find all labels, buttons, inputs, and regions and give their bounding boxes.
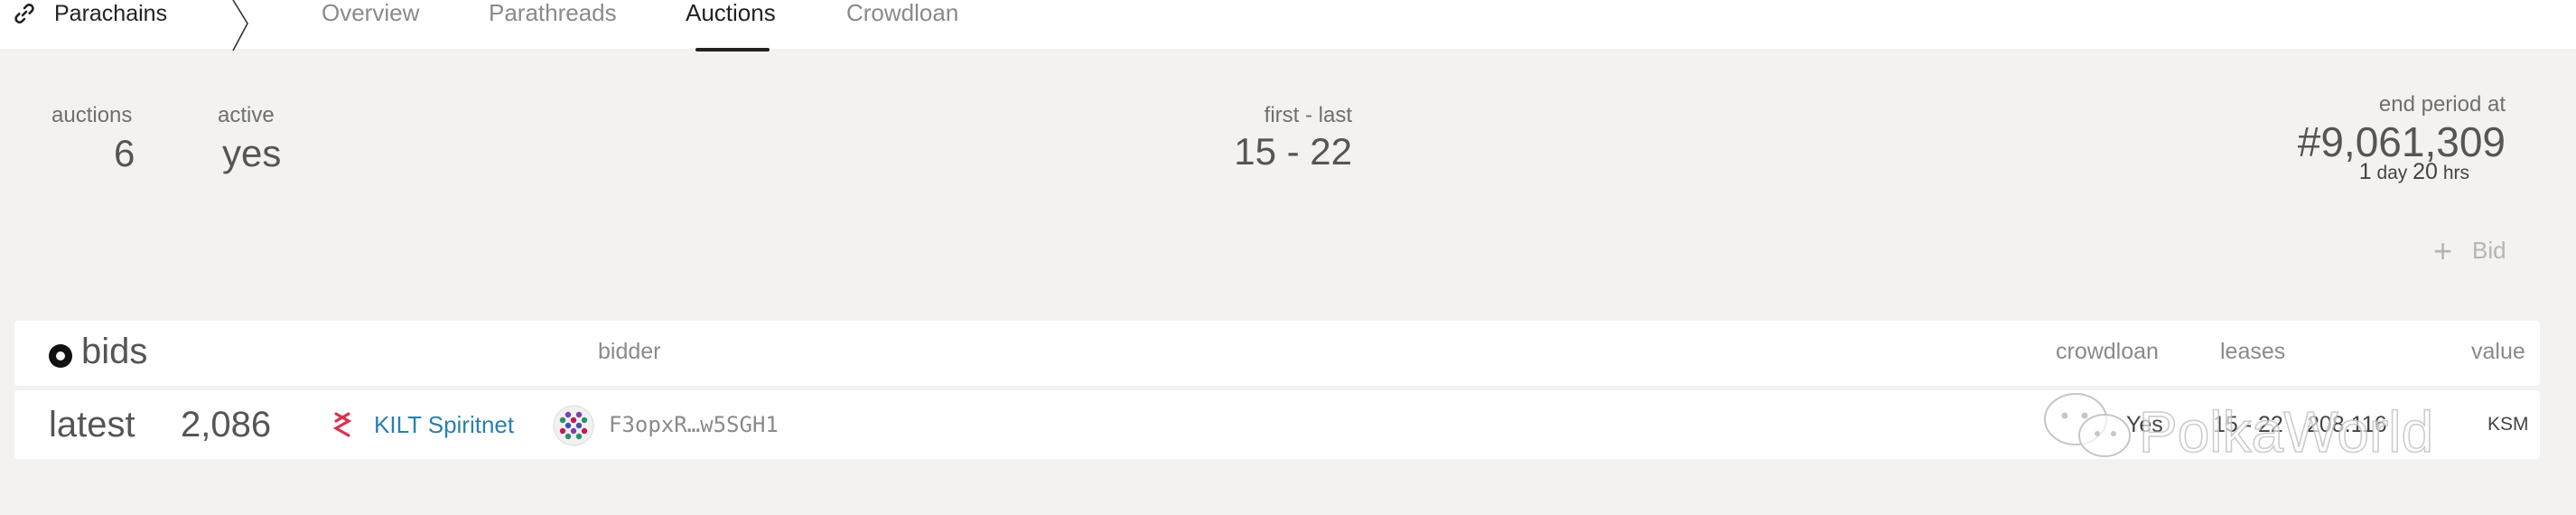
leases-value: 15 - 22 (2213, 412, 2283, 437)
active-label: active (218, 103, 275, 127)
bids-dot-icon (49, 344, 72, 368)
active-value: yes (222, 132, 282, 174)
column-value: value (2471, 339, 2525, 364)
link-icon (13, 2, 36, 25)
crowdloan-value: Yes (2126, 412, 2163, 437)
plus-icon: + (2433, 231, 2453, 269)
breadcrumb-chevron-icon (232, 0, 248, 52)
end-days-num: 1 (2358, 159, 2372, 184)
parachain-link[interactable]: KILT Spiritnet (374, 390, 514, 459)
column-bidder: bidder (598, 339, 661, 364)
range-label: first - last (1264, 103, 1352, 127)
active-tab-indicator (695, 48, 770, 52)
bids-table-header: bids bidder crowdloan leases value (14, 321, 2540, 386)
identicon-avatar[interactable] (553, 405, 594, 446)
brand-label: Parachains (54, 0, 168, 26)
auctions-value: 6 (114, 132, 135, 174)
end-hrs-num: 20 (2413, 159, 2438, 184)
end-hrs-unit: hrs (2442, 163, 2469, 183)
top-nav: Parachains Overview Parathreads Auctions… (0, 0, 2576, 52)
range-value: 15 - 22 (1234, 130, 1352, 173)
auctions-label: auctions (51, 103, 133, 127)
bid-button[interactable]: + Bid (2433, 231, 2506, 269)
bid-button-label: Bid (2472, 237, 2506, 264)
column-crowdloan: crowdloan (2056, 339, 2159, 364)
tab-crowdloan[interactable]: Crowdloan (846, 0, 958, 25)
table-row: latest 2,086 KILT Spiritnet F3opxR…w5SGH… (14, 390, 2540, 459)
row-latest-label: latest (49, 405, 135, 445)
brand[interactable]: Parachains (13, 0, 167, 27)
tab-auctions[interactable]: Auctions (686, 0, 776, 25)
end-days-unit: day (2376, 163, 2408, 183)
bid-unit: KSM (2487, 414, 2529, 435)
row-block-number[interactable]: 2,086 (181, 390, 271, 459)
end-countdown: 1 day 20 hrs (2359, 159, 2469, 185)
kilt-logo-icon (332, 412, 352, 437)
end-period-label: end period at (2378, 92, 2506, 117)
bidder-address[interactable]: F3opxR…w5SGH1 (609, 390, 779, 459)
column-leases: leases (2220, 339, 2286, 364)
tab-parathreads[interactable]: Parathreads (489, 0, 617, 25)
tab-overview[interactable]: Overview (322, 0, 419, 25)
bid-value: 208.116 (2307, 412, 2387, 437)
bids-title: bids (81, 332, 148, 371)
